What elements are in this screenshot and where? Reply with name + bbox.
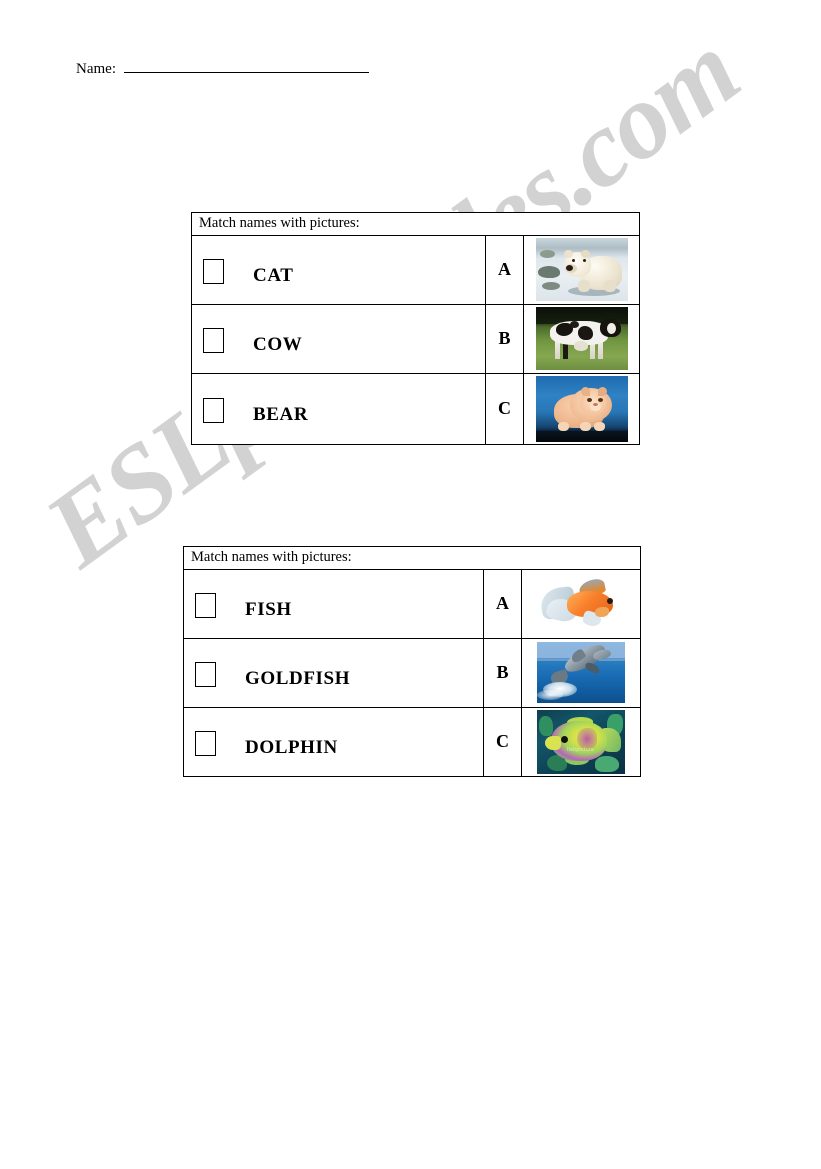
- picture-cell: [524, 374, 639, 444]
- table-row: COW B: [192, 304, 639, 374]
- word-cell: BEAR: [192, 373, 486, 444]
- table-row: CAT A: [192, 235, 639, 305]
- table-row: BEAR C: [192, 373, 639, 444]
- holstein-cow-image: [535, 307, 628, 371]
- picture-cell: [522, 639, 640, 707]
- letter-cell: C: [486, 373, 524, 444]
- match-exercise-table-1: Match names with pictures: CAT A COW B B…: [191, 212, 640, 445]
- word-cell: CAT: [192, 235, 486, 304]
- word-label: CAT: [253, 264, 294, 286]
- picture-cell: fishpicture: [522, 708, 640, 776]
- persian-cat-image: [535, 375, 628, 442]
- goldfish-image: [533, 573, 629, 634]
- letter-cell: C: [484, 707, 522, 776]
- letter-cell: B: [484, 638, 522, 707]
- image-caption-tag: fishpicture: [567, 746, 595, 753]
- word-label: FISH: [245, 598, 292, 620]
- picture-cell: [524, 305, 639, 373]
- match-exercise-table-2: Match names with pictures: FISH A GOLDFI…: [183, 546, 641, 777]
- table-2-header: Match names with pictures:: [184, 547, 640, 570]
- table-row: GOLDFISH B: [184, 638, 640, 708]
- answer-checkbox[interactable]: [203, 259, 224, 285]
- picture-cell: [524, 236, 639, 304]
- word-cell: FISH: [184, 569, 484, 638]
- tropical-fish-image: fishpicture: [537, 709, 625, 774]
- word-cell: GOLDFISH: [184, 638, 484, 707]
- table-row: FISH A: [184, 569, 640, 639]
- letter-cell: A: [486, 235, 524, 304]
- letter-cell: A: [484, 569, 522, 638]
- word-label: GOLDFISH: [245, 667, 351, 689]
- answer-checkbox[interactable]: [195, 662, 216, 688]
- letter-cell: B: [486, 304, 524, 373]
- word-label: DOLPHIN: [245, 736, 338, 758]
- polar-bear-cub-image: [535, 238, 628, 302]
- word-cell: COW: [192, 304, 486, 373]
- table-row: DOLPHIN C fishpicture: [184, 707, 640, 776]
- word-label: BEAR: [253, 403, 309, 425]
- word-label: COW: [253, 333, 303, 355]
- word-cell: DOLPHIN: [184, 707, 484, 776]
- answer-checkbox[interactable]: [195, 593, 216, 619]
- name-field-row: Name:: [76, 58, 369, 78]
- picture-cell: [522, 570, 640, 638]
- answer-checkbox[interactable]: [203, 398, 224, 424]
- table-1-header: Match names with pictures:: [192, 213, 639, 236]
- name-input-blank[interactable]: [123, 58, 369, 73]
- answer-checkbox[interactable]: [195, 731, 216, 757]
- answer-checkbox[interactable]: [203, 328, 224, 354]
- dolphin-image: [537, 642, 625, 704]
- name-label: Name:: [76, 61, 116, 77]
